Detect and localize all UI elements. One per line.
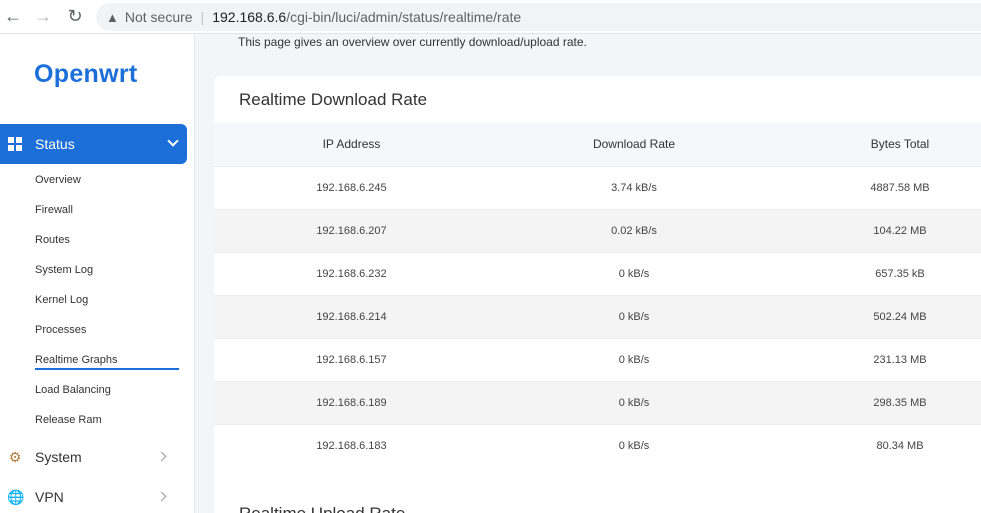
submenu-item-system-log[interactable]: System Log	[0, 255, 195, 285]
cell-rate: 3.74 kB/s	[489, 165, 779, 209]
cell-rate: 0 kB/s	[489, 337, 779, 381]
cell-ip: 192.168.6.183	[214, 423, 489, 467]
submenu-item-overview[interactable]: Overview	[0, 165, 195, 195]
cell-rate: 0 kB/s	[489, 380, 779, 424]
sidebar-item-vpn[interactable]: 🌐 VPN	[0, 477, 187, 513]
cell-ip: 192.168.6.189	[214, 380, 489, 424]
sidebar-item-label: System	[35, 449, 82, 465]
back-arrow-icon[interactable]: ←	[2, 6, 24, 28]
table-row: 192.168.6.183 0 kB/s 80.34 MB	[214, 423, 981, 467]
cell-rate: 0 kB/s	[489, 251, 779, 295]
cell-total: 298.35 MB	[779, 380, 981, 424]
table-row: 192.168.6.157 0 kB/s 231.13 MB	[214, 337, 981, 381]
cell-rate: 0 kB/s	[489, 423, 779, 467]
cell-total: 80.34 MB	[779, 423, 981, 467]
page-description: This page gives an overview over current…	[238, 35, 587, 49]
cell-ip: 192.168.6.245	[214, 165, 489, 209]
column-header-total: Bytes Total	[779, 123, 981, 166]
not-secure-label[interactable]: Not secure	[125, 9, 193, 25]
cell-total: 502.24 MB	[779, 294, 981, 338]
cell-ip: 192.168.6.214	[214, 294, 489, 338]
sidebar-item-system[interactable]: ⚙ System	[0, 437, 187, 477]
cell-ip: 192.168.6.232	[214, 251, 489, 295]
globe-icon: 🌐	[7, 488, 25, 505]
submenu-item-routes[interactable]: Routes	[0, 225, 195, 255]
cell-ip: 192.168.6.157	[214, 337, 489, 381]
sidebar-item-label: Status	[35, 136, 75, 152]
url-path[interactable]: /cgi-bin/luci/admin/status/realtime/rate	[286, 9, 521, 25]
address-bar[interactable]: ▲ Not secure | 192.168.6.6/cgi-bin/luci/…	[96, 3, 981, 31]
address-separator: |	[200, 9, 205, 25]
sidebar-item-label: VPN	[35, 489, 64, 505]
cell-ip: 192.168.6.207	[214, 208, 489, 252]
submenu-item-realtime-graphs[interactable]: Realtime Graphs	[0, 345, 195, 375]
chevron-right-icon	[156, 451, 167, 462]
sidebar-item-status[interactable]: Status	[0, 124, 187, 164]
logo[interactable]: Openwrt	[34, 60, 138, 89]
upload-rate-title: Realtime Upload Rate	[239, 504, 405, 513]
forward-arrow-icon[interactable]: →	[32, 6, 54, 28]
upload-rate-card: Realtime Upload Rate	[214, 490, 981, 513]
table-row: 192.168.6.214 0 kB/s 502.24 MB	[214, 294, 981, 338]
browser-toolbar: ← → ↻ ▲ Not secure | 192.168.6.6/cgi-bin…	[0, 0, 981, 34]
chevron-down-icon	[167, 135, 179, 147]
download-rate-card: Realtime Download Rate IP Address Downlo…	[214, 76, 981, 504]
submenu-item-processes[interactable]: Processes	[0, 315, 195, 345]
table-row: 192.168.6.207 0.02 kB/s 104.22 MB	[214, 208, 981, 252]
sidebar: Openwrt Status Overview Firewall Routes …	[0, 34, 195, 513]
cell-total: 4887.58 MB	[779, 165, 981, 209]
submenu-item-firewall[interactable]: Firewall	[0, 195, 195, 225]
cell-rate: 0.02 kB/s	[489, 208, 779, 252]
table-row: 192.168.6.245 3.74 kB/s 4887.58 MB	[214, 165, 981, 209]
cell-total: 657.35 kB	[779, 251, 981, 295]
submenu-item-release-ram[interactable]: Release Ram	[0, 405, 195, 435]
reload-icon[interactable]: ↻	[64, 6, 86, 28]
submenu-item-kernel-log[interactable]: Kernel Log	[0, 285, 195, 315]
status-submenu: Overview Firewall Routes System Log Kern…	[0, 165, 195, 435]
table-header-row: IP Address Download Rate Bytes Total	[214, 123, 981, 166]
cell-total: 231.13 MB	[779, 337, 981, 381]
submenu-item-load-balancing[interactable]: Load Balancing	[0, 375, 195, 405]
grid-icon	[8, 137, 22, 151]
download-rate-table: IP Address Download Rate Bytes Total 192…	[214, 123, 981, 467]
table-row: 192.168.6.189 0 kB/s 298.35 MB	[214, 380, 981, 424]
url-host[interactable]: 192.168.6.6	[212, 9, 286, 25]
table-row: 192.168.6.232 0 kB/s 657.35 kB	[214, 251, 981, 295]
cell-total: 104.22 MB	[779, 208, 981, 252]
warning-icon[interactable]: ▲	[106, 10, 119, 25]
column-header-ip: IP Address	[214, 123, 489, 166]
column-header-rate: Download Rate	[489, 123, 779, 166]
gear-icon: ⚙	[8, 448, 22, 465]
cell-rate: 0 kB/s	[489, 294, 779, 338]
chevron-right-icon	[156, 491, 167, 502]
main-content: This page gives an overview over current…	[196, 34, 981, 513]
download-rate-title: Realtime Download Rate	[239, 90, 428, 109]
